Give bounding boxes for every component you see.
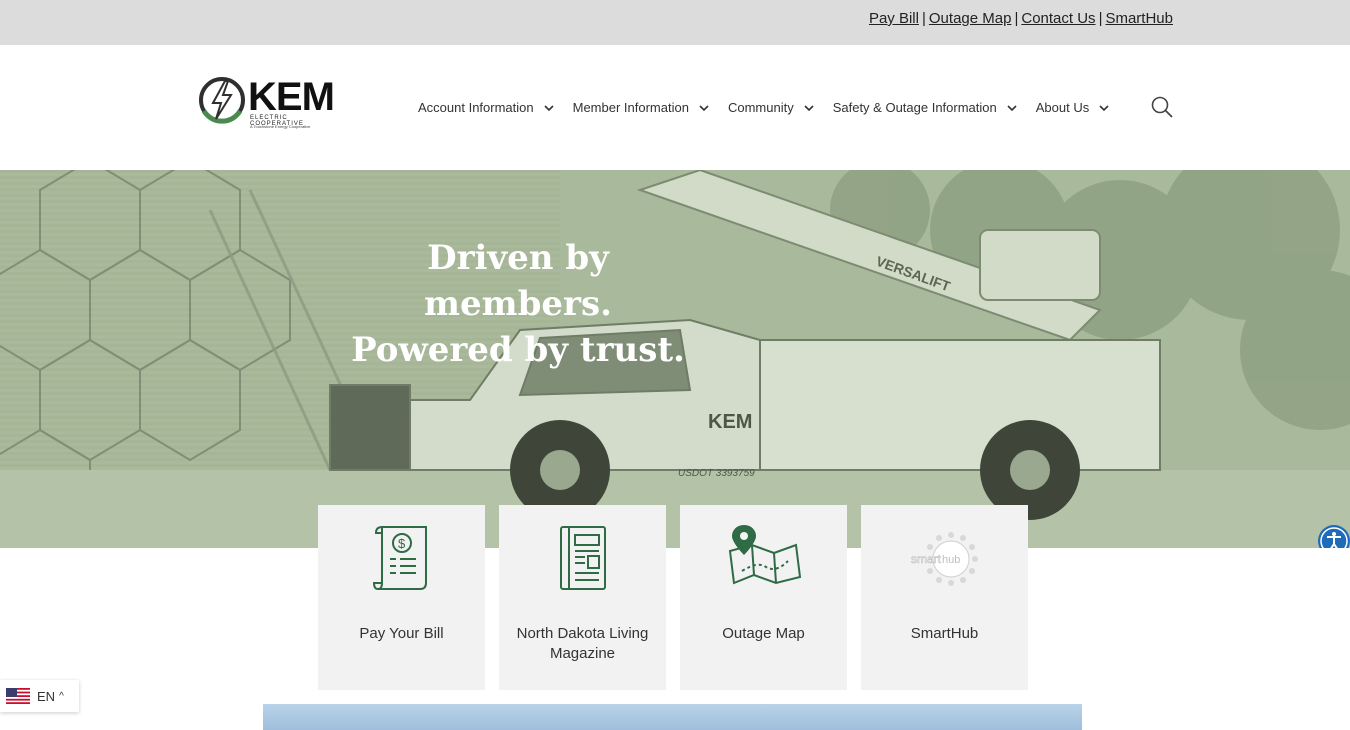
smarthub-word-right: hub [942,554,960,566]
card-smarthub[interactable]: smart hub SmartHub [861,505,1028,690]
nav-safety-outage[interactable]: Safety & Outage Information [833,100,1018,115]
card-label: Outage Map [722,625,805,642]
chevron-up-icon: ^ [59,690,64,702]
smarthub-word-left: smart [911,552,942,566]
outage-map-link[interactable]: Outage Map [929,10,1012,27]
kem-logo[interactable]: KEM ELECTRIC COOPERATIVE A Touchstone En… [198,75,343,137]
magazine-icon [559,526,606,590]
lightning-logo-icon [199,77,245,124]
utility-bar: Pay Bill | Outage Map | Contact Us | SmartHub [0,0,1350,45]
contact-us-link[interactable]: Contact Us [1021,10,1095,27]
card-icon-wrap: smart hub [861,523,1028,593]
nav-account-information[interactable]: Account Information [418,100,555,115]
card-label: Pay Your Bill [359,625,444,642]
logo-wordmark: KEM [248,75,335,119]
truck-dot-text: USDOT 3393759 [678,468,755,479]
truck-logo-text: KEM [708,411,752,433]
hero-line-1: Driven by members. [424,238,612,324]
smarthub-icon: smart hub [910,532,978,586]
utility-links: Pay Bill | Outage Map | Contact Us | SmartHub [869,10,1173,27]
language-code: EN [37,688,56,704]
separator: | [921,10,926,27]
nav-label: About Us [1035,100,1090,115]
smarthub-link[interactable]: SmartHub [1105,10,1173,27]
language-selector[interactable]: EN ^ [0,680,79,712]
nav-community[interactable]: Community [728,100,815,115]
card-icon-wrap: $ [318,523,485,593]
card-pay-your-bill[interactable]: $ Pay Your Bill [318,505,485,690]
site-header: KEM ELECTRIC COOPERATIVE A Touchstone En… [0,45,1350,170]
chevron-down-icon [1099,104,1109,111]
chevron-down-icon [699,104,709,111]
card-nd-living-magazine[interactable]: North Dakota Living Magazine [499,505,666,690]
search-icon[interactable] [1150,95,1174,119]
hero-banner: KEM USDOT 3393759 VERSALIFT Driven by me… [0,170,1350,548]
nav-about-us[interactable]: About Us [1036,100,1110,115]
chevron-down-icon [544,104,554,111]
card-icon-wrap [680,523,847,593]
card-label: North Dakota Living Magazine [516,625,649,662]
separator: | [1014,10,1019,27]
nav-label: Community [727,100,794,115]
nav-label: Member Information [572,100,689,115]
us-flag-icon [6,688,30,704]
hero-headline: Driven by members. Powered by trust. [340,235,696,373]
nav-label: Safety & Outage Information [832,100,997,115]
card-outage-map[interactable]: Outage Map [680,505,847,690]
chevron-down-icon [1007,104,1017,111]
main-nav: Account Information Member Information C… [418,100,1128,115]
map-icon [728,525,801,585]
pay-bill-link[interactable]: Pay Bill [869,10,919,27]
bill-icon: $ [372,526,427,590]
card-icon-wrap [499,523,666,593]
hero-line-2: Powered by trust. [351,330,685,370]
nav-member-information[interactable]: Member Information [573,100,710,115]
accessibility-icon[interactable] [1318,525,1350,548]
promo-banner [263,704,1082,730]
card-label: SmartHub [910,625,979,642]
nav-label: Account Information [418,100,534,115]
logo-tagline: A Touchstone Energy Cooperative [250,124,311,129]
chevron-down-icon [804,104,814,111]
separator: | [1098,10,1103,27]
svg-text:$: $ [398,536,406,551]
